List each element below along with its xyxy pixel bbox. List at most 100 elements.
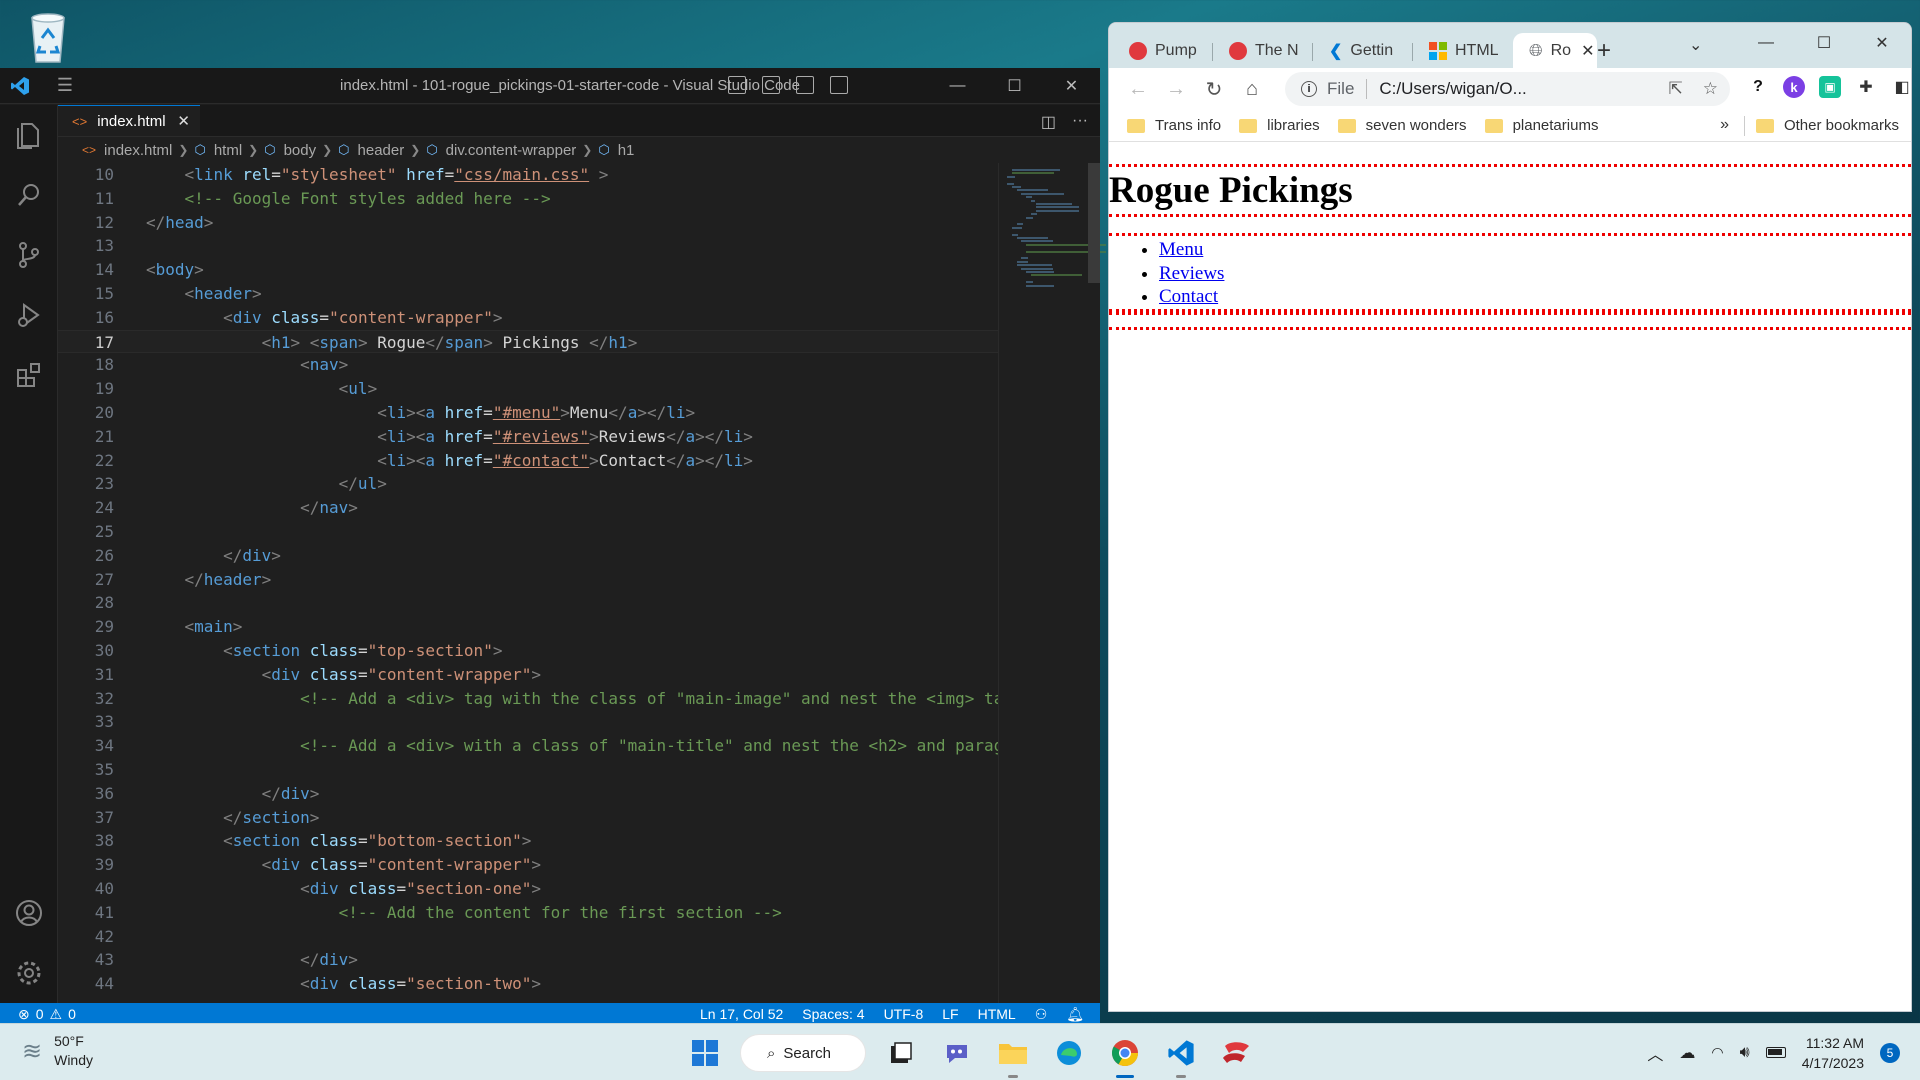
- explorer-icon[interactable]: [0, 105, 58, 165]
- code-line[interactable]: 13: [58, 234, 998, 258]
- split-editor-icon[interactable]: ◫: [1041, 112, 1056, 132]
- code-line[interactable]: 12 </head>: [58, 211, 998, 235]
- code-line[interactable]: 36 </div>: [58, 782, 998, 806]
- code-line[interactable]: 11 <!-- Google Font styles added here --…: [58, 187, 998, 211]
- code-editor[interactable]: 10 <link rel="stylesheet" href="css/main…: [58, 163, 998, 1003]
- extensions-puzzle-icon[interactable]: ✚: [1855, 76, 1877, 98]
- taskbar-search[interactable]: ⌕ Search: [740, 1034, 866, 1072]
- accounts-icon[interactable]: [0, 883, 58, 943]
- browser-tab[interactable]: Pump: [1113, 33, 1209, 68]
- code-line[interactable]: 39 <div class="content-wrapper">: [58, 853, 998, 877]
- minimap[interactable]: [998, 163, 1107, 1003]
- code-line[interactable]: 27 </header>: [58, 568, 998, 592]
- minimize-button[interactable]: —: [929, 68, 986, 104]
- side-panel-icon[interactable]: ◧: [1891, 76, 1911, 98]
- search-icon[interactable]: [0, 165, 58, 225]
- problems-indicator[interactable]: ⊗ 0 ⚠ 0: [0, 1006, 76, 1023]
- breadcrumb-item[interactable]: header: [358, 142, 405, 159]
- file-explorer-icon[interactable]: [992, 1032, 1034, 1078]
- more-actions-icon[interactable]: ···: [1072, 112, 1088, 132]
- code-line[interactable]: 35: [58, 758, 998, 782]
- weather-widget[interactable]: ≋ 50°F Windy: [22, 1032, 93, 1070]
- nav-link-menu[interactable]: Menu: [1159, 239, 1203, 260]
- reload-icon[interactable]: ↻: [1195, 77, 1233, 102]
- show-hidden-icons-chevron-up-icon[interactable]: ︿: [1647, 1041, 1663, 1065]
- wifi-icon[interactable]: ◠: [1711, 1044, 1723, 1061]
- maximize-button[interactable]: ☐: [1795, 23, 1853, 63]
- bookmarks-overflow-button[interactable]: »: [1720, 116, 1729, 134]
- share-icon[interactable]: ⇱: [1669, 79, 1683, 99]
- extensions-icon[interactable]: [0, 345, 58, 405]
- language-mode[interactable]: HTML: [978, 1006, 1016, 1023]
- code-line[interactable]: 24 </nav>: [58, 496, 998, 520]
- code-line[interactable]: 34 <!-- Add a <div> with a class of "mai…: [58, 734, 998, 758]
- other-bookmarks-folder[interactable]: Other bookmarks: [1755, 117, 1899, 134]
- indentation[interactable]: Spaces: 4: [802, 1006, 864, 1023]
- code-line[interactable]: 41 <!-- Add the content for the first se…: [58, 901, 998, 925]
- recycle-bin-icon[interactable]: [22, 8, 74, 64]
- code-line[interactable]: 17 <h1> <span> Rogue</span> Pickings </h…: [58, 329, 998, 354]
- breadcrumb-item[interactable]: body: [284, 142, 317, 159]
- new-tab-button[interactable]: +: [1597, 37, 1611, 65]
- code-line[interactable]: 43 </div>: [58, 948, 998, 972]
- code-line[interactable]: 31 <div class="content-wrapper">: [58, 663, 998, 687]
- battery-icon[interactable]: [1765, 1047, 1786, 1058]
- code-line[interactable]: 40 <div class="section-one">: [58, 877, 998, 901]
- red-app-icon[interactable]: [1216, 1032, 1258, 1074]
- run-debug-icon[interactable]: [0, 285, 58, 345]
- info-icon[interactable]: i: [1301, 81, 1317, 97]
- back-arrow-icon[interactable]: ←: [1119, 78, 1157, 101]
- url-text[interactable]: C:/Users/wigan/O...: [1379, 79, 1668, 99]
- clock[interactable]: 11:32 AM 4/17/2023: [1802, 1033, 1864, 1073]
- browser-tab[interactable]: ❮ Gettin: [1313, 33, 1409, 68]
- home-icon[interactable]: ⌂: [1233, 78, 1271, 101]
- code-line[interactable]: 19 <ul>: [58, 377, 998, 401]
- extension-grammarly-icon[interactable]: ▣: [1819, 76, 1841, 98]
- tab-close-icon[interactable]: ✕: [177, 112, 190, 130]
- edge-browser-icon[interactable]: [1048, 1032, 1090, 1074]
- close-button[interactable]: ✕: [1853, 23, 1911, 63]
- maximize-button[interactable]: ☐: [986, 68, 1043, 104]
- code-line[interactable]: 33: [58, 710, 998, 734]
- code-line[interactable]: 21 <li><a href="#reviews">Reviews</a></l…: [58, 425, 998, 449]
- end-of-line[interactable]: LF: [942, 1006, 958, 1023]
- code-line[interactable]: 20 <li><a href="#menu">Menu</a></li>: [58, 401, 998, 425]
- bookmark-folder[interactable]: seven wonders: [1337, 117, 1467, 134]
- code-line[interactable]: 16 <div class="content-wrapper">: [58, 306, 998, 330]
- code-line[interactable]: 23 </ul>: [58, 472, 998, 496]
- scrollbar-thumb[interactable]: [1088, 163, 1100, 283]
- code-line[interactable]: 25: [58, 520, 998, 544]
- onedrive-cloud-icon[interactable]: ☁︎: [1679, 1043, 1695, 1063]
- breadcrumb-item[interactable]: div.content-wrapper: [446, 142, 577, 159]
- teams-chat-icon[interactable]: [936, 1032, 978, 1074]
- bookmark-folder[interactable]: libraries: [1239, 117, 1320, 134]
- customize-layout-icon[interactable]: [830, 76, 848, 94]
- notification-badge[interactable]: 5: [1880, 1042, 1900, 1063]
- toggle-primary-sidebar-icon[interactable]: [728, 76, 746, 94]
- settings-gear-icon[interactable]: [0, 943, 58, 1003]
- chrome-browser-icon[interactable]: [1104, 1032, 1146, 1078]
- start-button[interactable]: [684, 1032, 726, 1074]
- tab-index-html[interactable]: <> index.html ✕: [58, 105, 200, 136]
- code-line[interactable]: 18 <nav>: [58, 353, 998, 377]
- code-line[interactable]: 28: [58, 591, 998, 615]
- code-line[interactable]: 30 <section class="top-section">: [58, 639, 998, 663]
- code-line[interactable]: 22 <li><a href="#contact">Contact</a></l…: [58, 449, 998, 473]
- code-line[interactable]: 15 <header>: [58, 282, 998, 306]
- browser-tab[interactable]: HTML: [1413, 33, 1509, 68]
- tab-close-icon[interactable]: ✕: [1581, 41, 1594, 61]
- volume-icon[interactable]: 🔊︎: [1740, 1044, 1750, 1062]
- code-line[interactable]: 37 </section>: [58, 806, 998, 830]
- breadcrumb-item[interactable]: index.html: [104, 142, 172, 159]
- cursor-position[interactable]: Ln 17, Col 52: [700, 1006, 783, 1023]
- toggle-secondary-sidebar-icon[interactable]: [796, 76, 814, 94]
- code-line[interactable]: 38 <section class="bottom-section">: [58, 829, 998, 853]
- code-line[interactable]: 14 <body>: [58, 258, 998, 282]
- code-line[interactable]: 29 <main>: [58, 615, 998, 639]
- tab-search-chevron-down-icon[interactable]: ⌄: [1689, 35, 1702, 55]
- browser-tab[interactable]: The N: [1213, 33, 1309, 68]
- bookmark-folder[interactable]: planetariums: [1484, 117, 1598, 134]
- minimize-button[interactable]: —: [1737, 23, 1795, 63]
- bookmark-star-icon[interactable]: ☆: [1703, 79, 1718, 99]
- source-control-icon[interactable]: [0, 225, 58, 285]
